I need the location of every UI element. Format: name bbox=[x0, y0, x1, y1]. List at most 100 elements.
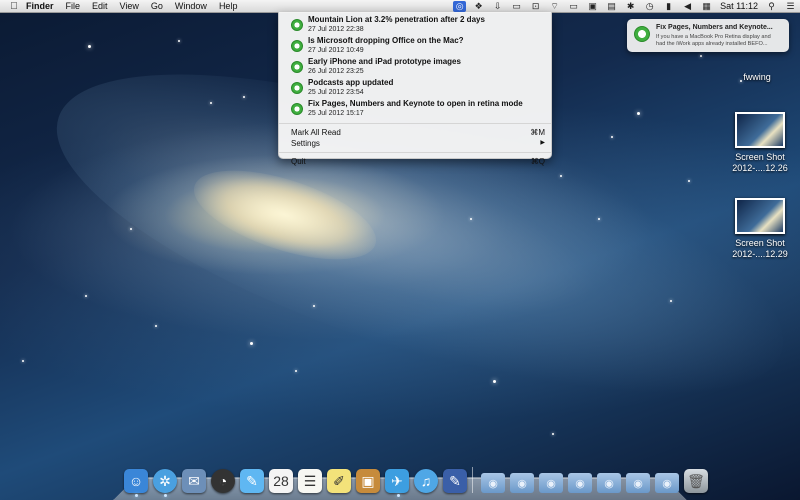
running-indicator bbox=[397, 494, 400, 497]
feed-item[interactable]: Early iPhone and iPad prototype images 2… bbox=[279, 57, 551, 78]
notes-dock-icon[interactable]: ✐ bbox=[327, 469, 351, 493]
desktop:  Finder File Edit View Go Window Help ◎… bbox=[0, 0, 800, 500]
screenshot-thumbnail bbox=[735, 112, 785, 148]
rss-reader-icon[interactable]: ◎ bbox=[453, 0, 467, 12]
bluetooth-icon[interactable]: ✱ bbox=[624, 1, 637, 12]
airplay-icon[interactable]: ▭ bbox=[567, 1, 580, 12]
feed-title: Is Microsoft dropping Office on the Mac? bbox=[308, 36, 464, 45]
desktop-item-label: Screen Shot bbox=[735, 152, 785, 162]
volume-icon[interactable]: ◀ bbox=[681, 1, 694, 12]
mark-all-read-shortcut: ⌘M bbox=[530, 128, 545, 137]
crop-icon[interactable]: ⊡ bbox=[529, 1, 542, 12]
feed-title: Podcasts app updated bbox=[308, 78, 394, 87]
settings-label: Settings bbox=[291, 139, 320, 148]
settings-item[interactable]: Settings ▶ bbox=[279, 138, 551, 149]
feed-item[interactable]: Mountain Lion at 3.2% penetration after … bbox=[279, 15, 551, 36]
feed-title: Fix Pages, Numbers and Keynote to open i… bbox=[308, 99, 523, 108]
submenu-arrow-icon: ▶ bbox=[540, 140, 545, 146]
dashboard-dock-icon[interactable]: ◔ bbox=[211, 469, 235, 493]
notification-body: If you have a MacBook Pro Retina display… bbox=[656, 34, 786, 48]
feed-title: Early iPhone and iPad prototype images bbox=[308, 57, 461, 66]
apple-menu-icon[interactable]:  bbox=[8, 1, 20, 12]
menu-file[interactable]: File bbox=[60, 0, 87, 12]
feed-unread-icon bbox=[291, 19, 303, 31]
feed-unread-icon bbox=[291, 103, 303, 115]
dock-separator bbox=[472, 467, 473, 493]
feed-item[interactable]: Is Microsoft dropping Office on the Mac?… bbox=[279, 36, 551, 57]
menu-edit[interactable]: Edit bbox=[86, 0, 114, 12]
desktop-item-fwwing[interactable]: fwwing bbox=[722, 72, 792, 83]
spotlight-icon[interactable]: ⚲ bbox=[765, 1, 778, 12]
download-icon[interactable]: ⇩ bbox=[491, 1, 504, 12]
xcode-dock-icon[interactable]: ✎ bbox=[443, 469, 467, 493]
mark-all-read-label: Mark All Read bbox=[291, 128, 341, 137]
mark-all-read-item[interactable]: Mark All Read ⌘M bbox=[279, 127, 551, 138]
status-area: ◎ ❖ ⇩ ▭ ⊡ ⌔ ▭ ▣ ▤ ✱ ◷ ▮ ◀ ▦ Sat 11:12 ⚲ … bbox=[450, 0, 800, 12]
preview-stack-icon[interactable]: ◉ bbox=[655, 473, 679, 493]
developer-stack-icon[interactable]: ◉ bbox=[626, 473, 650, 493]
calendar-dock-icon[interactable]: 28 bbox=[269, 469, 293, 493]
trash-dock-icon[interactable]: 🗑 bbox=[684, 469, 708, 493]
menu-separator bbox=[279, 123, 551, 124]
desktop-item-label: 2012-....12.26 bbox=[732, 163, 788, 173]
downloads-stack-icon[interactable]: ◉ bbox=[510, 473, 534, 493]
quit-label: Quit bbox=[291, 157, 306, 166]
dropbox-icon[interactable]: ❖ bbox=[472, 1, 485, 12]
itunes-dock-icon[interactable]: ♫ bbox=[414, 469, 438, 493]
feed-date: 25 Jul 2012 23:54 bbox=[308, 89, 364, 96]
notification-title: Fix Pages, Numbers and Keynote... bbox=[656, 24, 773, 31]
documents-stack-icon[interactable]: ◉ bbox=[539, 473, 563, 493]
menu-go[interactable]: Go bbox=[145, 0, 169, 12]
menu-help[interactable]: Help bbox=[213, 0, 244, 12]
applications-stack-icon[interactable]: ◉ bbox=[481, 473, 505, 493]
reminders-dock-icon[interactable]: ☰ bbox=[298, 469, 322, 493]
notification-banner[interactable]: Fix Pages, Numbers and Keynote... If you… bbox=[627, 19, 789, 52]
battery-icon[interactable]: ▮ bbox=[662, 1, 675, 12]
running-indicator bbox=[135, 494, 138, 497]
notification-body-line: had the iWork apps already installed BEF… bbox=[656, 41, 768, 47]
feed-unread-icon bbox=[291, 82, 303, 94]
menu-window[interactable]: Window bbox=[169, 0, 213, 12]
pictures-stack-icon[interactable]: ◉ bbox=[568, 473, 592, 493]
rss-dropdown-menu: Mountain Lion at 3.2% penetration after … bbox=[278, 12, 552, 166]
desktop-item-screenshot[interactable]: Screen Shot 2012-....12.26 bbox=[722, 112, 798, 174]
desktop-item-label: fwwing bbox=[743, 72, 771, 82]
finder-dock-icon[interactable]: ☺ bbox=[124, 469, 148, 493]
quit-item[interactable]: Quit ⌘Q bbox=[279, 156, 551, 167]
twitter-dock-icon[interactable]: ✈ bbox=[385, 469, 409, 493]
safari-dock-icon[interactable]: ✲ bbox=[153, 469, 177, 493]
messages-dock-icon[interactable]: ✎ bbox=[240, 469, 264, 493]
screenshot-thumbnail bbox=[735, 198, 785, 234]
feed-unread-icon bbox=[291, 61, 303, 73]
feed-item[interactable]: Fix Pages, Numbers and Keynote to open i… bbox=[279, 99, 551, 120]
desktop-item-screenshot[interactable]: Screen Shot 2012-....12.29 bbox=[722, 198, 798, 260]
notification-body-line: If you have a MacBook Pro Retina display… bbox=[656, 34, 771, 40]
keyboard-icon[interactable]: ▦ bbox=[700, 1, 713, 12]
desktop-item-label: Screen Shot bbox=[735, 238, 785, 248]
menubar-clock[interactable]: Sat 11:12 bbox=[716, 1, 762, 11]
feed-date: 27 Jul 2012 10:49 bbox=[308, 47, 364, 54]
mirror-icon[interactable]: ▤ bbox=[605, 1, 618, 12]
dock: ☺ ✲ ✉ ◔ ✎ 28 ☰ ✐ ▣ ✈ ♫ ✎ ◉ ◉ ◉ ◉ ◉ ◉ ◉ 🗑 bbox=[124, 463, 713, 493]
display-icon[interactable]: ▣ bbox=[586, 1, 599, 12]
rss-app-icon bbox=[634, 26, 650, 42]
menu-view[interactable]: View bbox=[114, 0, 145, 12]
notification-center-icon[interactable]: ☰ bbox=[784, 1, 797, 12]
music-stack-icon[interactable]: ◉ bbox=[597, 473, 621, 493]
feed-unread-icon bbox=[291, 40, 303, 52]
quit-shortcut: ⌘Q bbox=[530, 157, 545, 166]
feed-date: 25 Jul 2012 15:17 bbox=[308, 110, 364, 117]
desktop-item-label: 2012-....12.29 bbox=[732, 249, 788, 259]
feed-item[interactable]: Podcasts app updated 25 Jul 2012 23:54 bbox=[279, 78, 551, 99]
wifi-icon[interactable]: ⌔ bbox=[548, 1, 561, 12]
running-indicator bbox=[164, 494, 167, 497]
time-machine-icon[interactable]: ◷ bbox=[643, 1, 656, 12]
menu-extra-icon[interactable]: ▭ bbox=[510, 1, 523, 12]
wallpaper-galaxy-core bbox=[183, 152, 387, 278]
app-menu-finder[interactable]: Finder bbox=[20, 0, 60, 12]
feed-date: 27 Jul 2012 22:38 bbox=[308, 26, 364, 33]
feed-title: Mountain Lion at 3.2% penetration after … bbox=[308, 15, 485, 24]
mail-dock-icon[interactable]: ✉ bbox=[182, 469, 206, 493]
app-store-box-dock-icon[interactable]: ▣ bbox=[356, 469, 380, 493]
menu-separator bbox=[279, 152, 551, 153]
